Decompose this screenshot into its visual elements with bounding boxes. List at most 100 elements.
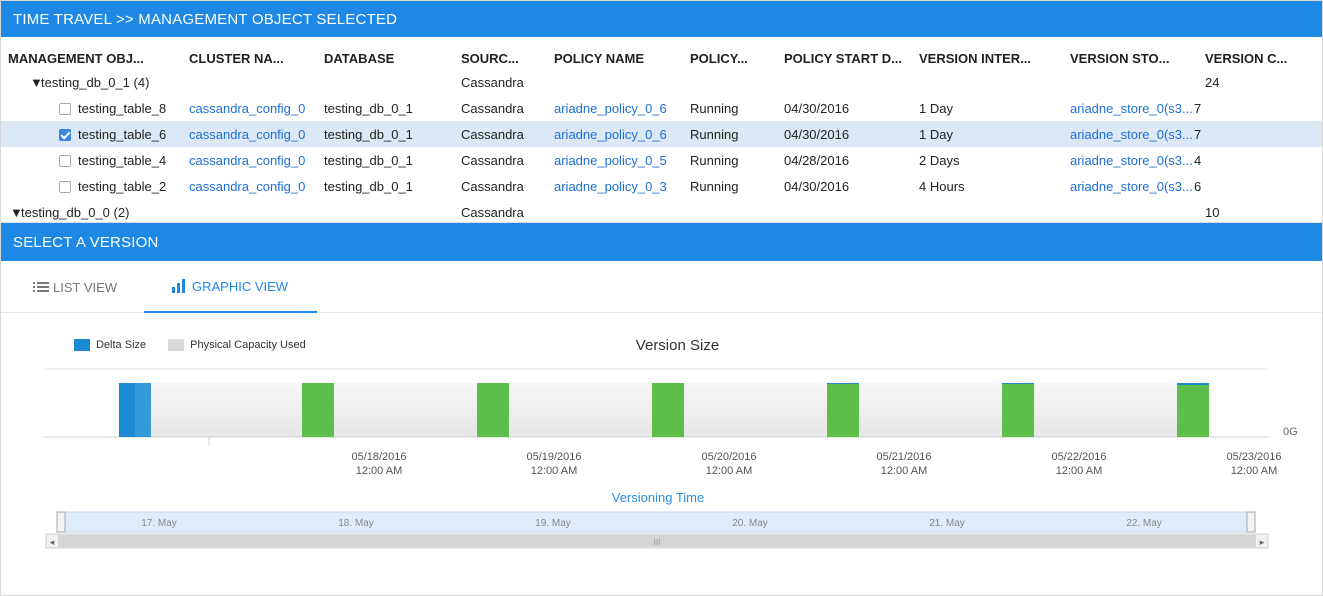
time-travel-title: TIME TRAVEL >> MANAGEMENT OBJECT SELECTE… — [13, 10, 398, 28]
row-checkbox-checked[interactable] — [59, 129, 71, 141]
cell-start-date: 04/30/2016 — [784, 101, 850, 116]
navigator-label: 17. May — [141, 518, 177, 529]
cell-status: Running — [690, 101, 739, 116]
version-bar-physical[interactable] — [302, 383, 334, 437]
group-label: testing_db_0_1 (4) — [41, 75, 150, 90]
table-row-selected[interactable]: testing_table_6 cassandra_config_0 testi… — [1, 121, 1322, 147]
version-bar-physical[interactable] — [1002, 384, 1034, 437]
column-header-database[interactable]: DATABASE — [324, 51, 394, 66]
row-checkbox[interactable] — [59, 181, 71, 193]
column-header-source[interactable]: SOURC... — [461, 51, 519, 66]
tab-graphic-view-label: GRAPHIC VIEW — [192, 278, 289, 294]
table-row[interactable]: testing_table_4 cassandra_config_0 testi… — [1, 147, 1322, 173]
x-tick-date: 05/19/2016 — [526, 451, 581, 463]
table-row[interactable]: testing_table_2 cassandra_config_0 testi… — [1, 173, 1322, 199]
version-bar-delta[interactable] — [827, 383, 859, 384]
management-object-table: MANAGEMENT OBJ... CLUSTER NA... DATABASE… — [1, 37, 1322, 223]
group-row[interactable]: ▼ testing_db_0_0 (2) Cassandra 10 — [1, 199, 1322, 222]
version-bar-physical[interactable] — [1177, 385, 1209, 437]
cell-policy-link[interactable]: ariadne_policy_0_5 — [554, 153, 667, 168]
x-tick-time: 12:00 AM — [706, 465, 752, 477]
cell-source: Cassandra — [461, 127, 524, 142]
x-tick-time: 12:00 AM — [531, 465, 577, 477]
cell-name: testing_table_8 — [78, 101, 167, 116]
cell-cluster-link[interactable]: cassandra_config_0 — [189, 179, 305, 194]
cell-interval: 1 Day — [919, 127, 953, 142]
cell-store-link[interactable]: ariadne_store_0(s3... — [1070, 127, 1193, 142]
cell-count: 7 — [1194, 101, 1202, 116]
column-header-policy-name[interactable]: POLICY NAME — [554, 51, 644, 66]
table-row[interactable]: testing_table_8 cassandra_config_0 testi… — [1, 95, 1322, 121]
navigator-range[interactable] — [56, 511, 1256, 533]
cell-source: Cassandra — [461, 101, 524, 116]
cell-policy-link[interactable]: ariadne_policy_0_6 — [554, 101, 667, 116]
cell-store-link[interactable]: ariadne_store_0(s3... — [1070, 153, 1193, 168]
column-header-version-store[interactable]: VERSION STO... — [1070, 51, 1169, 66]
cell-interval: 2 Days — [919, 153, 960, 168]
column-header-policy-start-date[interactable]: POLICY START D... — [784, 51, 902, 66]
group-source: Cassandra — [461, 75, 524, 90]
version-bar-physical[interactable] — [827, 384, 859, 437]
navigator-handle-right[interactable] — [1246, 511, 1256, 533]
x-tick-time: 12:00 AM — [356, 465, 402, 477]
group-count: 24 — [1205, 75, 1220, 90]
column-header-version-count[interactable]: VERSION C... — [1205, 51, 1287, 66]
tab-list-view[interactable]: LIST VIEW — [33, 261, 117, 313]
version-size-chart: 0G 05/18/2016 12:00 AM 05/19/2016 12:00 AM 05… — [1, 313, 1322, 595]
column-header-policy-status[interactable]: POLICY... — [690, 51, 748, 66]
column-header-cluster-name[interactable]: CLUSTER NA... — [189, 51, 284, 66]
cell-status: Running — [690, 153, 739, 168]
tab-list-view-label: LIST VIEW — [53, 279, 118, 295]
time-travel-header: TIME TRAVEL >> MANAGEMENT OBJECT SELECTE… — [1, 1, 1322, 37]
navigator-label: 22. May — [1126, 518, 1162, 529]
navigator-label: 18. May — [338, 518, 374, 529]
group-row[interactable]: ▼ testing_db_0_1 (4) Cassandra 24 — [1, 69, 1322, 95]
column-header-management-object[interactable]: MANAGEMENT OBJ... — [8, 51, 144, 66]
x-tick-date: 05/22/2016 — [1051, 451, 1106, 463]
scroll-left-icon[interactable]: ◂ — [50, 537, 55, 547]
group-label: testing_db_0_0 (2) — [21, 205, 130, 220]
x-tick-time: 12:00 AM — [1231, 465, 1277, 477]
cell-cluster-link[interactable]: cassandra_config_0 — [189, 127, 305, 142]
x-tick-time: 12:00 AM — [881, 465, 927, 477]
cell-count: 7 — [1194, 127, 1202, 142]
navigator-handle-left[interactable] — [56, 511, 66, 533]
cell-name: testing_table_4 — [78, 153, 167, 168]
cell-database: testing_db_0_1 — [324, 153, 413, 168]
cell-start-date: 04/30/2016 — [784, 127, 850, 142]
cell-policy-link[interactable]: ariadne_policy_0_3 — [554, 179, 667, 194]
column-header-version-interval[interactable]: VERSION INTER... — [919, 51, 1031, 66]
row-checkbox[interactable] — [59, 103, 71, 115]
version-bar-delta[interactable] — [1177, 383, 1209, 385]
x-tick-time: 12:00 AM — [1056, 465, 1102, 477]
y-tick-label: 0G — [1283, 426, 1298, 438]
cell-interval: 1 Day — [919, 101, 953, 116]
cell-count: 6 — [1194, 179, 1202, 194]
cell-source: Cassandra — [461, 153, 524, 168]
cell-count: 4 — [1194, 153, 1202, 168]
cell-status: Running — [690, 179, 739, 194]
x-tick-date: 05/23/2016 — [1226, 451, 1281, 463]
cell-database: testing_db_0_1 — [324, 179, 413, 194]
x-tick-date: 05/18/2016 — [351, 451, 406, 463]
cell-policy-link[interactable]: ariadne_policy_0_6 — [554, 127, 667, 142]
cell-store-link[interactable]: ariadne_store_0(s3... — [1070, 179, 1193, 194]
cell-cluster-link[interactable]: cassandra_config_0 — [189, 101, 305, 116]
cell-start-date: 04/28/2016 — [784, 153, 850, 168]
cell-name: testing_table_6 — [78, 127, 167, 142]
version-bar-delta[interactable] — [1002, 383, 1034, 384]
cell-database: testing_db_0_1 — [324, 127, 413, 142]
scrollbar-grip: III — [654, 538, 661, 547]
tab-graphic-view[interactable]: GRAPHIC VIEW — [144, 261, 317, 313]
version-bar-physical[interactable] — [652, 383, 684, 437]
chart-title: Version Size — [635, 337, 720, 354]
scroll-right-icon[interactable]: ▸ — [1260, 537, 1265, 547]
navigator-label: 19. May — [535, 518, 571, 529]
cell-store-link[interactable]: ariadne_store_0(s3... — [1070, 101, 1193, 116]
cell-cluster-link[interactable]: cassandra_config_0 — [189, 153, 305, 168]
x-tick-date: 05/21/2016 — [876, 451, 931, 463]
navigator-label: 21. May — [929, 518, 965, 529]
cell-interval: 4 Hours — [919, 179, 965, 194]
row-checkbox[interactable] — [59, 155, 71, 167]
version-bar-physical[interactable] — [477, 383, 509, 437]
